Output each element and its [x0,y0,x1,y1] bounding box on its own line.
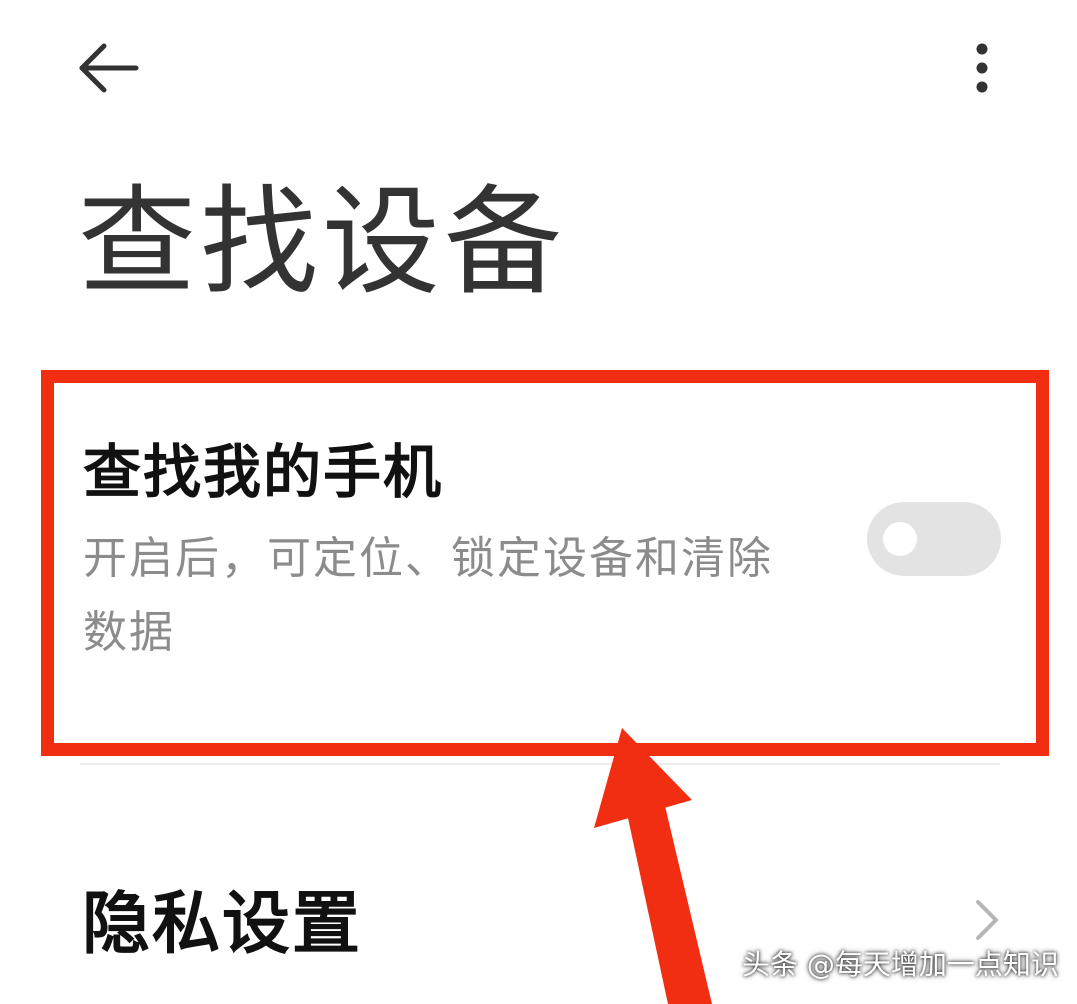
find-my-phone-row[interactable]: 查找我的手机 开启后，可定位、锁定设备和清除数据 [47,376,1029,736]
arrow-left-icon [79,43,139,93]
find-my-phone-toggle[interactable] [867,502,1001,576]
top-app-bar [0,0,1077,140]
more-options-button[interactable] [955,38,1015,98]
red-arrow-head [594,728,692,828]
divider [80,763,1000,765]
page-title: 查找设备 [78,173,567,311]
more-vertical-icon [976,43,988,93]
find-my-phone-title: 查找我的手机 [83,438,444,506]
toggle-knob [883,522,917,556]
privacy-settings-row[interactable]: 隐私设置 [0,840,1077,1004]
back-button[interactable] [70,38,150,98]
find-my-phone-description: 开启后，可定位、锁定设备和清除数据 [83,533,773,658]
chevron-right-icon [976,900,998,940]
privacy-settings-label: 隐私设置 [82,885,363,964]
